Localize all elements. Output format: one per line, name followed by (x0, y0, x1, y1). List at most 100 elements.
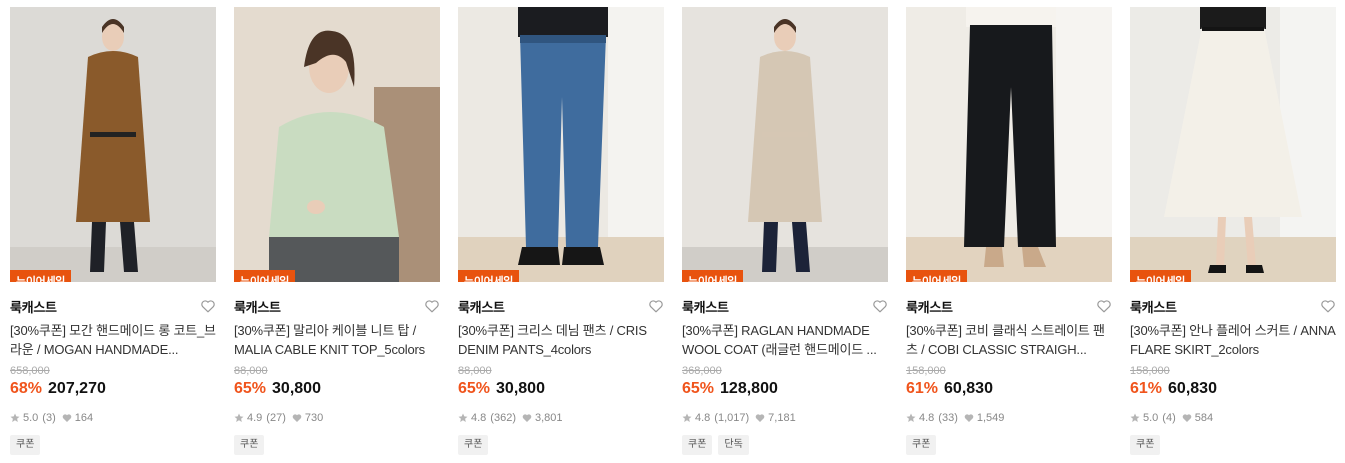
review-count: (33) (938, 412, 958, 424)
heart-icon[interactable] (200, 298, 216, 314)
product-photo (10, 7, 216, 282)
rating-score: 5.0 (1143, 412, 1159, 424)
like-count: 7,181 (768, 412, 796, 424)
price-row: 65% 30,800 (458, 380, 664, 402)
sale-badge: 뉴이어세일 (458, 270, 520, 282)
product-title[interactable]: [30%쿠폰] 코비 클래식 스트레이트 팬츠 / COBI CLASSIC S… (906, 321, 1112, 359)
like-heart-icon (292, 414, 302, 422)
like-count: 164 (74, 412, 94, 424)
heart-icon[interactable] (1096, 298, 1112, 314)
brand-name[interactable]: 룩캐스트 (10, 297, 57, 316)
review-count: (3) (42, 412, 56, 424)
tag-list: 쿠폰 단독 (682, 435, 888, 455)
rating-score: 4.9 (247, 412, 263, 424)
tag-list: 쿠폰 (906, 435, 1112, 455)
discount-rate: 68% (10, 380, 43, 397)
product-title[interactable]: [30%쿠폰] 크리스 데님 팬츠 / CRIS DENIM PANTS_4co… (458, 321, 664, 359)
discount-rate: 65% (234, 380, 267, 397)
tag-list: 쿠폰 (10, 435, 216, 455)
product-image[interactable]: 뉴이어세일 (458, 7, 664, 282)
price-row: 68% 207,270 (10, 380, 216, 402)
brand-name[interactable]: 룩캐스트 (682, 297, 729, 316)
product-image[interactable]: 뉴이어세일 (10, 7, 216, 282)
product-photo (458, 7, 664, 282)
product-stats: 4.8 (1,017) 7,181 (682, 411, 888, 425)
product-image[interactable]: 뉴이어세일 (906, 7, 1112, 282)
heart-icon[interactable] (872, 298, 888, 314)
sale-badge: 뉴이어세일 (234, 270, 296, 282)
brand-row: 룩캐스트 (10, 297, 216, 315)
product-photo (682, 7, 888, 282)
sale-badge: 뉴이어세일 (682, 270, 744, 282)
sale-badge: 뉴이어세일 (906, 270, 968, 282)
product-image[interactable]: 뉴이어세일 (682, 7, 888, 282)
original-price: 88,000 (458, 365, 492, 377)
star-icon (682, 413, 692, 422)
product-stats: 4.9 (27) 730 (234, 411, 440, 425)
product-tag: 쿠폰 (906, 435, 937, 455)
product-card[interactable]: 뉴이어세일 룩캐스트 [30%쿠폰] 모간 핸드메이드 롱 코트_브라운 / M… (10, 7, 216, 455)
like-count: 584 (1194, 412, 1214, 424)
brand-row: 룩캐스트 (906, 297, 1112, 315)
sale-price: 60,830 (944, 380, 993, 397)
product-tag: 단독 (718, 435, 749, 455)
sale-badge: 뉴이어세일 (10, 270, 72, 282)
review-count: (362) (490, 412, 516, 424)
product-image[interactable]: 뉴이어세일 (234, 7, 440, 282)
product-card[interactable]: 뉴이어세일 룩캐스트 [30%쿠폰] 크리스 데님 팬츠 / CRIS DENI… (458, 7, 664, 455)
star-icon (234, 413, 244, 422)
product-title[interactable]: [30%쿠폰] 안나 플레어 스커트 / ANNA FLARE SKIRT_2c… (1130, 321, 1336, 359)
product-title[interactable]: [30%쿠폰] RAGLAN HANDMADE WOOL COAT (래글런 핸… (682, 321, 888, 359)
brand-name[interactable]: 룩캐스트 (906, 297, 953, 316)
product-photo (234, 7, 440, 282)
original-price: 158,000 (1130, 365, 1170, 377)
product-title[interactable]: [30%쿠폰] 말리아 케이블 니트 탑 / MALIA CABLE KNIT … (234, 321, 440, 359)
product-card[interactable]: 뉴이어세일 룩캐스트 [30%쿠폰] 안나 플레어 스커트 / ANNA FLA… (1130, 7, 1336, 455)
sale-price: 30,800 (496, 380, 545, 397)
brand-row: 룩캐스트 (234, 297, 440, 315)
product-title[interactable]: [30%쿠폰] 모간 핸드메이드 롱 코트_브라운 / MOGAN HANDMA… (10, 321, 216, 359)
discount-rate: 65% (682, 380, 715, 397)
product-tag: 쿠폰 (234, 435, 265, 455)
product-card[interactable]: 뉴이어세일 룩캐스트 [30%쿠폰] 코비 클래식 스트레이트 팬츠 / COB… (906, 7, 1112, 455)
like-heart-icon (522, 414, 532, 422)
tag-list: 쿠폰 (458, 435, 664, 455)
star-icon (458, 413, 468, 422)
review-count: (27) (266, 412, 286, 424)
product-card[interactable]: 뉴이어세일 룩캐스트 [30%쿠폰] RAGLAN HANDMADE WOOL … (682, 7, 888, 455)
product-grid: 뉴이어세일 룩캐스트 [30%쿠폰] 모간 핸드메이드 롱 코트_브라운 / M… (10, 7, 1336, 455)
rating-score: 4.8 (919, 412, 935, 424)
product-tag: 쿠폰 (458, 435, 489, 455)
discount-rate: 65% (458, 380, 491, 397)
product-tag: 쿠폰 (1130, 435, 1161, 455)
heart-icon[interactable] (424, 298, 440, 314)
brand-row: 룩캐스트 (458, 297, 664, 315)
discount-rate: 61% (906, 380, 939, 397)
brand-name[interactable]: 룩캐스트 (234, 297, 281, 316)
rating-score: 4.8 (471, 412, 487, 424)
brand-row: 룩캐스트 (682, 297, 888, 315)
sale-price: 60,830 (1168, 380, 1217, 397)
like-count: 730 (304, 412, 324, 424)
original-price: 368,000 (682, 365, 722, 377)
price-row: 61% 60,830 (1130, 380, 1336, 402)
product-image[interactable]: 뉴이어세일 (1130, 7, 1336, 282)
review-count: (4) (1162, 412, 1176, 424)
product-stats: 5.0 (3) 164 (10, 411, 216, 425)
product-photo (1130, 7, 1336, 282)
original-price: 88,000 (234, 365, 268, 377)
like-heart-icon (964, 414, 974, 422)
brand-name[interactable]: 룩캐스트 (458, 297, 505, 316)
heart-icon[interactable] (648, 298, 664, 314)
like-count: 1,549 (976, 412, 1005, 424)
product-card[interactable]: 뉴이어세일 룩캐스트 [30%쿠폰] 말리아 케이블 니트 탑 / MALIA … (234, 7, 440, 455)
original-price: 658,000 (10, 365, 50, 377)
rating-score: 4.8 (695, 412, 711, 424)
tag-list: 쿠폰 (1130, 435, 1336, 455)
price-row: 65% 30,800 (234, 380, 440, 402)
like-heart-icon (1182, 414, 1192, 422)
brand-name[interactable]: 룩캐스트 (1130, 297, 1177, 316)
star-icon (906, 413, 916, 422)
sale-price: 30,800 (272, 380, 321, 397)
heart-icon[interactable] (1320, 298, 1336, 314)
